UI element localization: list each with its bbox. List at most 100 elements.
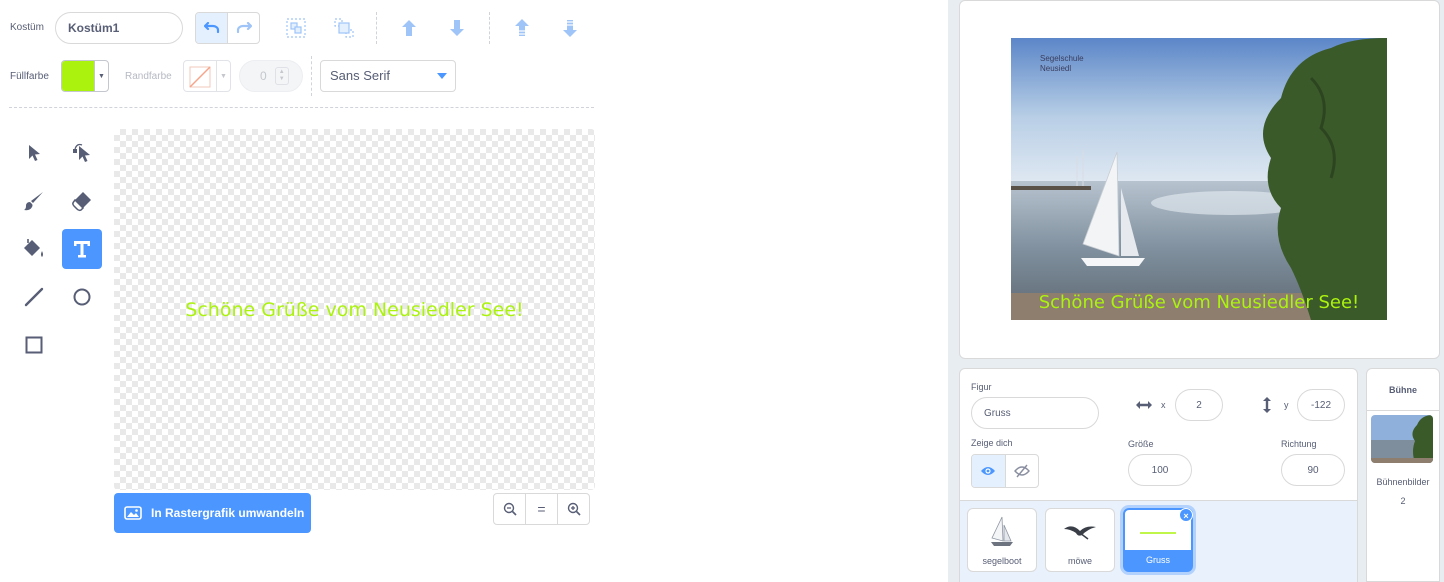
group-button[interactable] xyxy=(282,14,310,42)
hide-button[interactable] xyxy=(1006,455,1039,487)
stage-greeting-text: Schöne Grüße vom Neusiedler See! xyxy=(1038,292,1360,313)
costume-label: Kostüm xyxy=(10,22,44,33)
paint-editor: Kostüm Kostüm1 Füllfarbe ▼ Randfarbe ▼ 0… xyxy=(0,0,948,582)
stroke-width-input[interactable]: 0 ▲ ▼ xyxy=(239,60,303,92)
costume-name-input[interactable]: Kostüm1 xyxy=(55,12,183,44)
show-button[interactable] xyxy=(972,455,1006,487)
y-label: y xyxy=(1284,400,1289,410)
ungroup-icon xyxy=(334,18,354,38)
chevron-down-icon: ▼ xyxy=(94,61,108,91)
forward-button[interactable] xyxy=(395,14,423,42)
select-tool[interactable] xyxy=(14,133,54,173)
seagull-thumbnail xyxy=(1046,513,1114,551)
redo-button[interactable] xyxy=(228,13,259,43)
image-icon xyxy=(124,506,142,520)
back-button[interactable] xyxy=(556,14,584,42)
convert-to-bitmap-button[interactable]: In Rastergrafik umwandeln xyxy=(114,493,311,533)
caret-down-icon xyxy=(437,73,447,79)
y-input[interactable]: -122 xyxy=(1297,389,1345,421)
x-input[interactable]: 2 xyxy=(1175,389,1223,421)
zoom-reset-button[interactable]: = xyxy=(525,493,558,525)
sprite-tile-segelboot[interactable]: segelboot xyxy=(967,508,1037,572)
eye-slash-icon xyxy=(1013,464,1030,478)
undo-button[interactable] xyxy=(196,13,228,43)
eye-icon xyxy=(981,467,996,475)
sprite-label: Figur xyxy=(971,382,992,392)
canvas-text-object[interactable]: Schöne Grüße vom Neusiedler See! xyxy=(114,299,595,321)
sprite-name-input[interactable]: Gruss xyxy=(971,397,1099,429)
no-color-icon xyxy=(189,66,211,88)
stroke-label: Randfarbe xyxy=(125,71,172,82)
visibility-toggle xyxy=(971,454,1039,488)
fill-color-swatch xyxy=(62,61,94,91)
stroke-width-value: 0 xyxy=(260,69,267,83)
delete-sprite-close-icon[interactable]: × xyxy=(1179,508,1193,522)
stroke-color-picker[interactable]: ▼ xyxy=(183,60,231,92)
fill-label: Füllfarbe xyxy=(10,71,49,82)
backdrops-label: Bühnenbilder xyxy=(1376,477,1430,487)
direction-label: Richtung xyxy=(1281,439,1317,449)
show-label: Zeige dich xyxy=(971,438,1013,448)
arrow-bottom-icon xyxy=(562,20,578,37)
ungroup-button[interactable] xyxy=(330,14,358,42)
sprite-name: Gruss xyxy=(1145,555,1170,565)
paint-canvas[interactable]: Schöne Grüße vom Neusiedler See! xyxy=(114,129,595,490)
brush-icon xyxy=(24,192,43,211)
sprite-name: segelboot xyxy=(982,556,1022,566)
stroke-width-stepper[interactable]: ▲ ▼ xyxy=(274,67,289,85)
sprite-tile-gruss[interactable]: Gruss × xyxy=(1123,508,1193,572)
sprite-tile-moewe[interactable]: möwe xyxy=(1045,508,1115,572)
arrow-top-icon xyxy=(514,19,530,36)
font-value: Sans Serif xyxy=(330,68,390,83)
rectangle-tool[interactable] xyxy=(14,325,54,365)
backdrops-count: 2 xyxy=(1400,496,1406,506)
stage-backdrop-image xyxy=(1011,38,1387,320)
line-icon xyxy=(24,287,44,307)
size-input[interactable]: 100 xyxy=(1128,454,1192,486)
backward-button[interactable] xyxy=(443,14,471,42)
size-label: Größe xyxy=(1128,439,1154,449)
paint-bucket-icon xyxy=(24,239,43,257)
toolbar-separator xyxy=(9,107,594,108)
x-label: x xyxy=(1161,400,1166,410)
zoom-controls: = xyxy=(493,493,590,525)
circle-tool[interactable] xyxy=(62,277,102,317)
eraser-icon xyxy=(72,192,91,212)
redo-icon xyxy=(236,22,252,34)
sailboat-thumbnail xyxy=(968,513,1036,551)
undo-redo-group xyxy=(195,12,260,44)
font-dropdown[interactable]: Sans Serif xyxy=(320,60,456,92)
zoom-in-button[interactable] xyxy=(557,493,590,525)
no-stroke-swatch xyxy=(184,61,216,91)
toolbar-divider xyxy=(376,12,377,44)
group-icon xyxy=(286,18,306,38)
stage-selector-panel[interactable]: Bühne Bühnenbilder 2 xyxy=(1366,368,1440,582)
sprite-name: möwe xyxy=(1067,556,1092,566)
toolbar-divider xyxy=(489,12,490,44)
rectangle-icon xyxy=(25,336,43,354)
front-button[interactable] xyxy=(508,14,536,42)
undo-icon xyxy=(203,22,219,34)
toolbar-divider xyxy=(311,56,312,96)
zoom-out-icon xyxy=(503,502,517,516)
arrow-up-icon xyxy=(402,20,416,36)
stage-panel-title: Bühne xyxy=(1367,369,1439,411)
circle-icon xyxy=(73,288,91,306)
reshape-tool[interactable] xyxy=(62,133,102,173)
fill-color-picker[interactable]: ▼ xyxy=(61,60,109,92)
lake-photo xyxy=(1011,38,1387,320)
text-tool[interactable] xyxy=(62,229,102,269)
eraser-tool[interactable] xyxy=(62,181,102,221)
vertical-arrows-icon xyxy=(1263,397,1271,413)
chevron-down-icon: ▼ xyxy=(216,61,230,91)
brush-tool[interactable] xyxy=(14,181,54,221)
direction-input[interactable]: 90 xyxy=(1281,454,1345,486)
line-tool[interactable] xyxy=(14,277,54,317)
fill-tool[interactable] xyxy=(14,229,54,269)
stage-backdrop-thumbnail[interactable] xyxy=(1371,415,1433,463)
zoom-out-button[interactable] xyxy=(493,493,526,525)
arrow-pointer-icon xyxy=(29,145,40,161)
segelschule-logo: Segelschule Neusiedl xyxy=(1040,54,1084,73)
text-t-icon xyxy=(74,241,90,258)
arrow-down-icon xyxy=(450,20,464,36)
